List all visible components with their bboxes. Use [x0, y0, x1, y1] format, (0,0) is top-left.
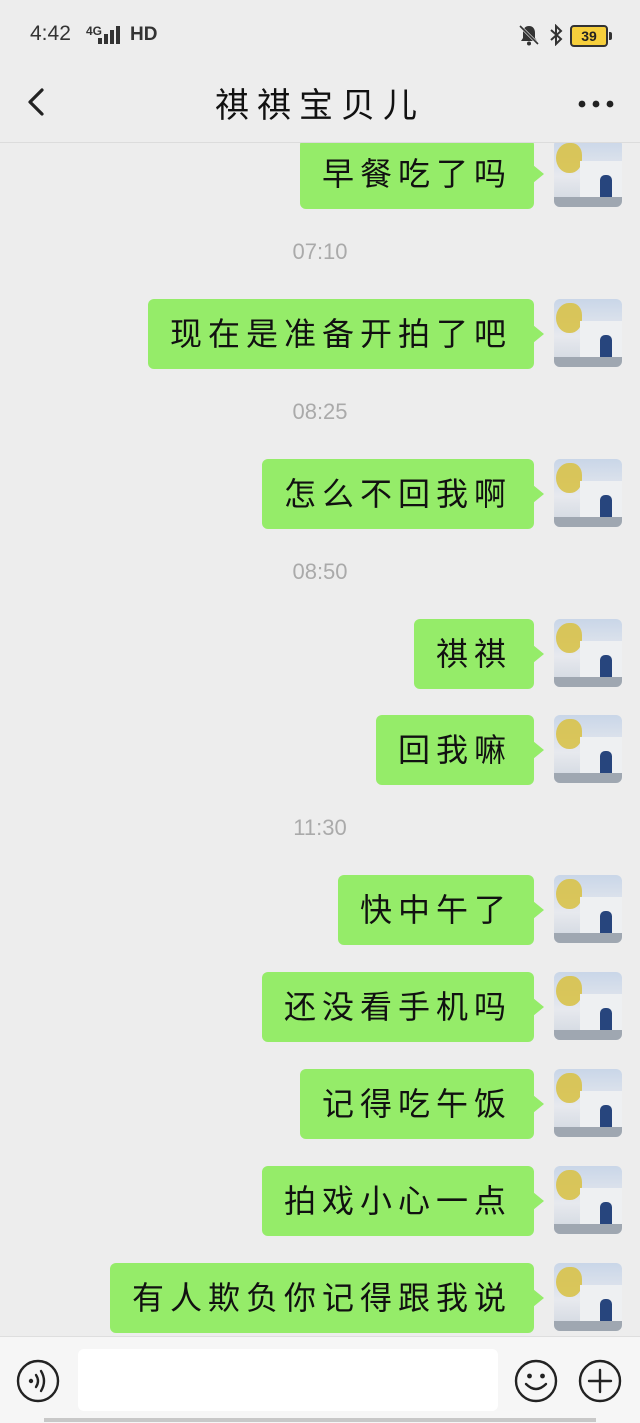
- message-bubble[interactable]: 祺祺: [413, 619, 545, 689]
- message-bubble[interactable]: 记得吃午饭: [299, 1069, 545, 1139]
- message-bubble[interactable]: 早餐吃了吗: [299, 143, 545, 209]
- emoji-icon[interactable]: [514, 1359, 558, 1403]
- user-avatar[interactable]: [554, 875, 622, 943]
- user-avatar[interactable]: [554, 143, 622, 207]
- message-bubble[interactable]: 现在是准备开拍了吧: [147, 299, 545, 369]
- message-timestamp: 08:50: [292, 559, 348, 584]
- status-time: 4:42: [30, 22, 71, 45]
- user-avatar[interactable]: [554, 1069, 622, 1137]
- bluetooth-icon: [550, 24, 563, 46]
- hd-indicator: HD: [130, 24, 158, 45]
- message-bubble[interactable]: 快中午了: [337, 875, 545, 945]
- user-avatar[interactable]: [554, 715, 622, 783]
- plus-icon[interactable]: [578, 1359, 622, 1403]
- message-timestamp: 07:10: [292, 239, 348, 264]
- message-timestamp: 08:25: [292, 399, 348, 424]
- home-indicator: [44, 1418, 596, 1422]
- message-timestamp: 11:30: [293, 815, 347, 840]
- user-avatar[interactable]: [554, 972, 622, 1040]
- status-bar: 4:42 4G HD 39: [0, 0, 640, 66]
- voice-icon[interactable]: [16, 1359, 60, 1403]
- user-avatar[interactable]: [554, 459, 622, 527]
- user-avatar[interactable]: [554, 619, 622, 687]
- message-input[interactable]: [78, 1349, 498, 1411]
- mute-bell-icon: [518, 24, 540, 46]
- message-bubble[interactable]: 有人欺负你记得跟我说: [109, 1263, 545, 1333]
- more-options-button[interactable]: [572, 86, 620, 122]
- message-bubble[interactable]: 回我嘛: [375, 715, 545, 785]
- chat-header: 祺祺宝贝儿: [0, 66, 640, 143]
- message-list[interactable]: 早餐吃了吗 07:10 现在是准备开拍了吧 08:25 怎么不回我啊 08:50…: [0, 143, 640, 1336]
- message-bubble[interactable]: 还没看手机吗: [261, 972, 545, 1042]
- user-avatar[interactable]: [554, 1263, 622, 1331]
- input-bar: [0, 1336, 640, 1423]
- message-bubble[interactable]: 拍戏小心一点: [261, 1166, 545, 1236]
- battery-icon: 39: [570, 25, 612, 47]
- message-bubble[interactable]: 怎么不回我啊: [261, 459, 545, 529]
- user-avatar[interactable]: [554, 1166, 622, 1234]
- page-title: 祺祺宝贝儿: [215, 86, 425, 126]
- user-avatar[interactable]: [554, 299, 622, 367]
- signal-icon: [98, 26, 124, 44]
